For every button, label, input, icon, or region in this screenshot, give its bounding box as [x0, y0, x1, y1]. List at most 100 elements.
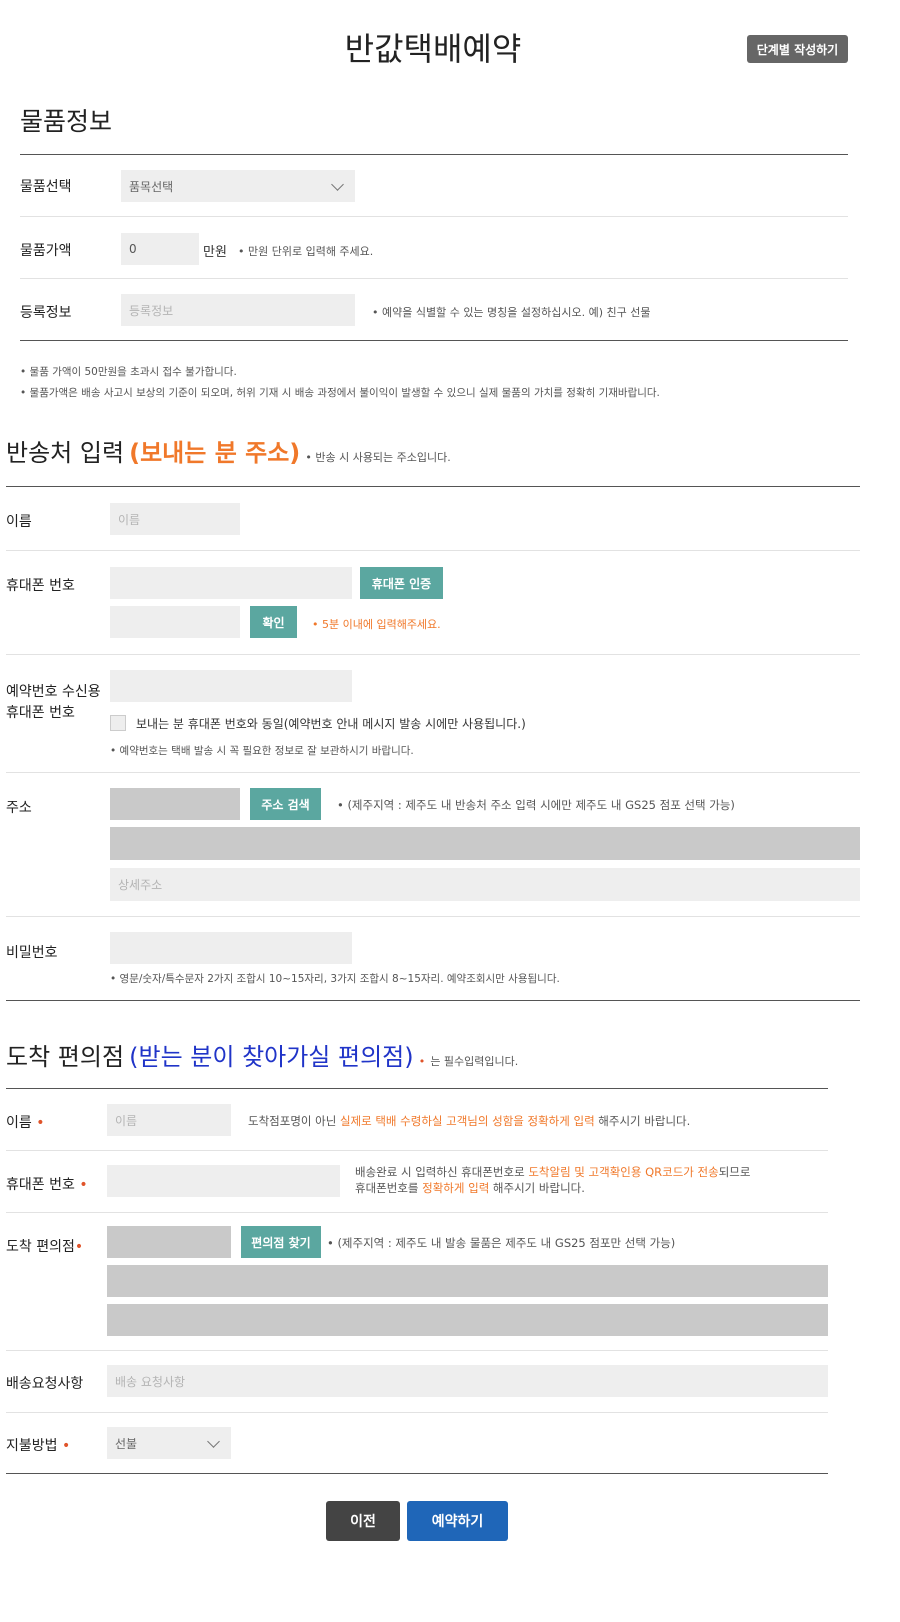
divider: [6, 772, 860, 773]
receiver-phone-note-1a: 배송완료 시 입력하신 휴대폰번호로: [355, 1165, 529, 1179]
receiver-phone-input[interactable]: [107, 1165, 340, 1197]
sender-name-placeholder: 이름: [118, 512, 141, 527]
divider: [20, 216, 848, 217]
confirm-button[interactable]: 확인: [250, 606, 297, 638]
address-detail-input[interactable]: 상세주소: [110, 868, 860, 901]
zipcode-input[interactable]: [110, 788, 240, 820]
divider: [6, 550, 860, 551]
divider: [20, 278, 848, 279]
sender-name-input[interactable]: 이름: [110, 503, 240, 535]
reg-info-label: 등록정보: [20, 305, 72, 321]
confirm-note: • 5분 이내에 입력해주세요.: [312, 618, 441, 631]
store-name-label: 이름 •: [6, 1112, 44, 1132]
recv-phone-label-2: 휴대폰 번호: [6, 705, 75, 721]
page-title: 반값택배예약: [344, 30, 522, 68]
sender-heading-text: 반송처 입력: [6, 439, 125, 467]
store-address-input[interactable]: [107, 1304, 828, 1336]
address-label: 주소: [6, 800, 32, 816]
item-notice-2: • 물품가액은 배송 사고시 보상의 기준이 되오며, 허위 기재 시 배송 과…: [20, 387, 660, 399]
store-heading-note-mark: •: [418, 1055, 426, 1068]
item-select-dropdown[interactable]: 품목선택: [121, 170, 355, 202]
address-detail-placeholder: 상세주소: [118, 878, 163, 892]
divider: [6, 1212, 828, 1213]
price-note: • 만원 단위로 입력해 주세요.: [238, 245, 374, 258]
item-price-input[interactable]: 0: [121, 233, 199, 265]
divider: [6, 654, 860, 655]
sender-heading-note: • 반송 시 사용되는 주소입니다.: [305, 451, 451, 464]
store-code-input[interactable]: [107, 1226, 231, 1258]
receiver-phone-label-text: 휴대폰 번호: [6, 1177, 75, 1193]
receiver-phone-note-1: 배송완료 시 입력하신 휴대폰번호로 도착알림 및 고객확인용 QR코드가 전송…: [355, 1164, 750, 1180]
divider: [6, 916, 860, 917]
divider: [20, 340, 848, 341]
item-price-value: 0: [129, 242, 137, 256]
address-search-button[interactable]: 주소 검색: [250, 788, 321, 820]
sender-phone-input[interactable]: [110, 567, 352, 599]
phone-verify-button[interactable]: 휴대폰 인증: [360, 567, 443, 599]
same-phone-label: 보내는 분 휴대폰 번호와 동일(예약번호 안내 메시지 발송 시에만 사용됩니…: [136, 717, 526, 731]
item-select-label: 물품선택: [20, 179, 72, 195]
price-unit: 만원: [203, 245, 227, 260]
required-mark: •: [36, 1115, 45, 1131]
recv-note: • 예약번호는 택배 발송 시 꼭 필요한 정보로 잘 보관하시기 바랍니다.: [110, 745, 414, 757]
password-input[interactable]: [110, 932, 352, 964]
reg-info-placeholder: 등록정보: [129, 303, 174, 318]
divider: [20, 154, 848, 155]
sender-name-label: 이름: [6, 514, 32, 530]
receiver-phone-note-1c: 되므로: [718, 1165, 751, 1179]
sender-heading: 반송처 입력 (보내는 분 주소) • 반송 시 사용되는 주소입니다.: [6, 433, 451, 468]
arrival-store-label-text: 도착 편의점: [6, 1239, 75, 1255]
sender-heading-sub: (보내는 분 주소): [129, 439, 301, 467]
store-note: • (제주지역 : 제주도 내 발송 물품은 제주도 내 GS25 점포만 선택…: [327, 1236, 676, 1250]
required-mark: •: [74, 1239, 84, 1255]
required-mark: •: [61, 1438, 71, 1454]
recv-phone-label-1: 예약번호 수신용: [6, 684, 101, 700]
password-note: • 영문/숫자/특수문자 2가지 조합시 10~15자리, 3가지 조합시 8~…: [110, 973, 560, 985]
prev-button[interactable]: 이전: [326, 1501, 400, 1541]
receiver-name-placeholder: 이름: [115, 1113, 138, 1128]
password-label: 비밀번호: [6, 945, 58, 961]
receiver-name-input[interactable]: 이름: [107, 1104, 231, 1136]
receiver-phone-note-2a: 휴대폰번호를: [355, 1181, 423, 1195]
item-notice-1: • 물품 가액이 50만원을 초과시 접수 불가합니다.: [20, 366, 237, 378]
store-heading-text: 도착 편의점: [6, 1043, 125, 1071]
store-heading-note: 는 필수입력입니다.: [430, 1055, 519, 1068]
required-mark: •: [79, 1177, 88, 1193]
find-store-button[interactable]: 편의점 찾기: [241, 1226, 321, 1258]
receiver-phone-note-2: 휴대폰번호를 정확하게 입력 해주시기 바랍니다.: [355, 1180, 585, 1196]
divider: [6, 1473, 828, 1474]
address-note-text: • (제주지역 : 제주도 내 반송처 주소 입력 시에만 제주도 내 GS25…: [337, 798, 735, 812]
receiver-phone-label: 휴대폰 번호 •: [6, 1174, 88, 1194]
address-note: • (제주지역 : 제주도 내 반송처 주소 입력 시에만 제주도 내 GS25…: [337, 797, 735, 813]
divider: [6, 486, 860, 487]
store-name-input[interactable]: [107, 1265, 828, 1297]
store-name-label-text: 이름: [6, 1115, 32, 1131]
item-price-label: 물품가액: [20, 243, 72, 259]
verify-code-input[interactable]: [110, 606, 240, 638]
payment-method-label: 지불방법 •: [6, 1435, 70, 1455]
divider: [6, 1412, 828, 1413]
sender-phone-label: 휴대폰 번호: [6, 578, 75, 594]
store-heading-sub: (받는 분이 찾아가실 편의점): [129, 1043, 414, 1071]
step-write-button[interactable]: 단계별 작성하기: [747, 35, 848, 63]
receiver-name-note-b: 실제로 택배 수령하실 고객님의 성함을 정확하게 입력: [339, 1114, 595, 1128]
receiver-name-note: 도착점포명이 아닌 실제로 택배 수령하실 고객님의 성함을 정확하게 입력 해…: [248, 1113, 690, 1129]
reserve-button[interactable]: 예약하기: [407, 1501, 508, 1541]
delivery-request-input[interactable]: 배송 요청사항: [107, 1365, 828, 1397]
address-input[interactable]: [110, 827, 860, 860]
payment-method-label-text: 지불방법: [6, 1438, 58, 1454]
same-phone-checkbox[interactable]: [110, 715, 126, 731]
divider: [6, 1150, 828, 1151]
divider: [6, 1088, 828, 1089]
divider: [6, 1350, 828, 1351]
recv-phone-input[interactable]: [110, 670, 352, 702]
receiver-phone-note-1b: 도착알림 및 고객확인용 QR코드가 전송: [528, 1165, 719, 1179]
store-heading: 도착 편의점 (받는 분이 찾아가실 편의점) • 는 필수입력입니다.: [6, 1037, 518, 1072]
divider: [6, 1000, 860, 1001]
delivery-request-placeholder: 배송 요청사항: [115, 1374, 186, 1389]
receiver-phone-note-2b: 정확하게 입력: [422, 1181, 490, 1195]
reg-info-input[interactable]: 등록정보: [121, 294, 355, 326]
receiver-name-note-c: 해주시기 바랍니다.: [594, 1114, 691, 1128]
delivery-request-label: 배송요청사항: [6, 1376, 84, 1392]
receiver-name-note-a: 도착점포명이 아닌: [248, 1114, 340, 1128]
